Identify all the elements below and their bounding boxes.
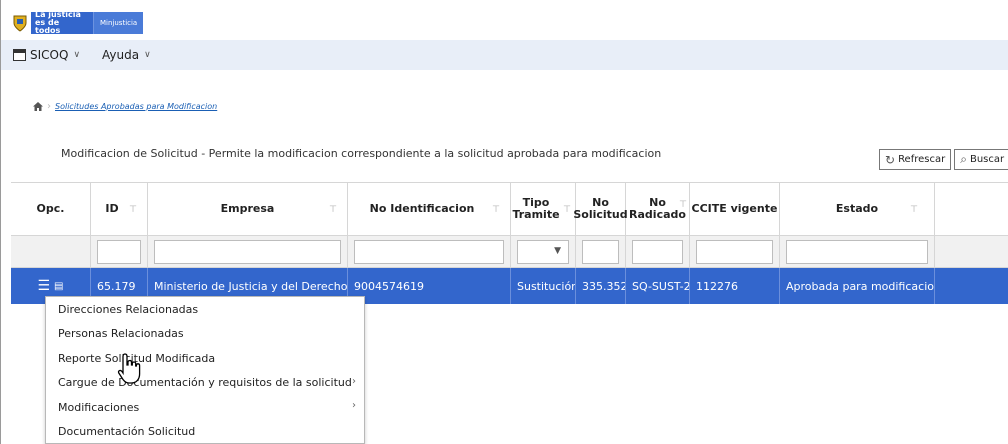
filter-cell-solicitud xyxy=(576,236,626,267)
col-header-label: ID xyxy=(105,202,119,215)
search-button[interactable]: ⌕ Buscar xyxy=(954,149,1008,170)
col-header-radicado[interactable]: No Radicado ⊤ xyxy=(626,183,690,235)
col-header-label: No Identificacion xyxy=(369,202,475,215)
col-header-ccite[interactable]: CCITE vigente xyxy=(690,183,780,235)
filter-icon[interactable]: ⊤ xyxy=(910,204,918,216)
col-header-id[interactable]: ID ⊤ xyxy=(91,183,148,235)
cell-tramite: Sustitución xyxy=(511,268,576,304)
col-header-estado[interactable]: Estado ⊤ xyxy=(780,183,935,235)
search-icon: ⌕ xyxy=(960,152,967,166)
ccite-filter-input[interactable] xyxy=(696,239,773,264)
identificacion-filter-input[interactable] xyxy=(354,239,504,264)
ctx-personas[interactable]: Personas Relacionadas xyxy=(46,322,364,347)
col-header-label: Estado xyxy=(835,202,879,215)
filter-icon[interactable]: ⊤ xyxy=(329,204,337,216)
breadcrumb: › Solicitudes Aprobadas para Modificacio… xyxy=(33,101,217,112)
cell-ccite: 112276 xyxy=(690,268,780,304)
chevron-right-icon: › xyxy=(352,400,356,411)
col-header-label: No Solicitud xyxy=(573,196,628,221)
ctx-direcciones[interactable]: Direcciones Relacionadas xyxy=(46,297,364,322)
col-header-empty xyxy=(935,183,1008,235)
col-header-solicitud[interactable]: No Solicitud xyxy=(573,183,628,235)
refresh-button[interactable]: ↻ Refrescar xyxy=(879,149,952,170)
refresh-label: Refrescar xyxy=(898,154,946,165)
filter-cell-identificacion xyxy=(348,236,511,267)
ctx-documentacion[interactable]: Documentación Solicitud xyxy=(46,420,364,444)
top-header: La justicia es de todos Minjusticia xyxy=(1,0,1008,40)
tramite-filter-select[interactable]: ▼ xyxy=(517,239,569,264)
filter-icon[interactable]: ⊤ xyxy=(492,204,500,216)
ctx-label: Modificaciones xyxy=(58,400,140,414)
coat-of-arms-icon xyxy=(9,12,31,34)
filter-cell-opc xyxy=(11,236,91,267)
breadcrumb-link[interactable]: Solicitudes Aprobadas para Modificacion xyxy=(55,102,217,111)
cell-empty xyxy=(935,268,1008,304)
col-header-label: CCITE vigente xyxy=(691,202,778,215)
filter-cell-estado xyxy=(780,236,935,267)
cell-radicado: SQ-SUST-202 xyxy=(626,268,690,304)
chevron-down-icon: ∨ xyxy=(144,50,151,60)
col-header-label: Tipo Tramite xyxy=(512,196,560,221)
data-grid: Opc. ID ⊤ Empresa ⊤ No Identificacion ⊤ Tip… xyxy=(11,182,1008,304)
solicitud-filter-input[interactable] xyxy=(582,239,619,264)
filter-icon[interactable]: ⊤ xyxy=(129,204,137,216)
filter-cell-empty xyxy=(935,236,1008,267)
menu-ayuda[interactable]: Ayuda ∨ xyxy=(102,48,151,62)
home-icon[interactable] xyxy=(33,102,43,111)
ctx-label: Personas Relacionadas xyxy=(58,327,184,341)
breadcrumb-separator: › xyxy=(47,101,51,112)
menu-sicoq-label: SICOQ xyxy=(30,48,69,62)
ctx-modificaciones[interactable]: Modificaciones › xyxy=(46,395,364,420)
filter-cell-ccite xyxy=(690,236,780,267)
cell-identificacion: 9004574619 xyxy=(348,268,511,304)
ctx-label: Documentación Solicitud xyxy=(58,425,196,439)
grid-toolbar: ↻ Refrescar ⌕ Buscar xyxy=(879,149,1008,170)
col-header-opc: Opc. xyxy=(11,183,91,235)
page-description: Modificacion de Solicitud - Permite la m… xyxy=(61,147,662,160)
gov-logo[interactable]: La justicia es de todos Minjusticia xyxy=(9,10,144,35)
grid-filter-row: ▼ xyxy=(11,236,1008,268)
menu-icon[interactable]: ☰ xyxy=(37,278,50,294)
refresh-icon: ↻ xyxy=(885,152,896,167)
ctx-cargue[interactable]: Cargue de Documentación y requisitos de … xyxy=(46,371,364,396)
search-label: Buscar xyxy=(969,154,1005,165)
filter-icon[interactable]: ⊤ xyxy=(679,199,687,211)
hand-cursor-icon xyxy=(117,353,141,384)
col-header-label: Empresa xyxy=(220,202,275,215)
estado-filter-input[interactable] xyxy=(786,239,928,264)
empresa-filter-input[interactable] xyxy=(154,239,341,264)
col-header-identificacion[interactable]: No Identificacion ⊤ xyxy=(348,183,511,235)
filter-cell-empresa xyxy=(148,236,348,267)
filter-icon[interactable]: ⊤ xyxy=(563,204,571,216)
cell-solicitud: 335.352 xyxy=(576,268,626,304)
col-header-empresa[interactable]: Empresa ⊤ xyxy=(148,183,348,235)
ctx-label: Cargue de Documentación y requisitos de … xyxy=(58,376,352,390)
menu-sicoq[interactable]: SICOQ ∨ xyxy=(13,48,80,62)
ctx-label: Direcciones Relacionadas xyxy=(58,302,199,316)
row-context-menu: Direcciones Relacionadas Personas Relaci… xyxy=(45,296,365,444)
main-menubar: SICOQ ∨ Ayuda ∨ xyxy=(1,40,1008,70)
col-header-tramite[interactable]: Tipo Tramite ⊤ xyxy=(511,183,576,235)
calendar-icon xyxy=(13,49,26,61)
id-filter-input[interactable] xyxy=(97,239,141,264)
ministry-label: Minjusticia xyxy=(93,12,144,34)
filter-cell-tramite: ▼ xyxy=(511,236,576,267)
chevron-right-icon: › xyxy=(352,375,356,387)
col-header-label: Opc. xyxy=(36,202,65,215)
document-icon[interactable]: ▤ xyxy=(54,281,63,292)
ctx-reporte[interactable]: Reporte Solicitud Modificada xyxy=(46,346,364,371)
chevron-down-icon: ▼ xyxy=(554,245,561,256)
brand-text: La justicia es de todos xyxy=(35,10,81,35)
filter-cell-id xyxy=(91,236,148,267)
chevron-down-icon: ∨ xyxy=(73,50,81,60)
grid-header-row: Opc. ID ⊤ Empresa ⊤ No Identificacion ⊤ Tip… xyxy=(11,182,1008,236)
radicado-filter-input[interactable] xyxy=(632,239,683,264)
filter-cell-radicado xyxy=(626,236,690,267)
cell-estado: Aprobada para modificacion xyxy=(780,268,935,304)
app-frame: La justicia es de todos Minjusticia SICO… xyxy=(0,0,1008,444)
menu-ayuda-label: Ayuda xyxy=(102,48,140,62)
